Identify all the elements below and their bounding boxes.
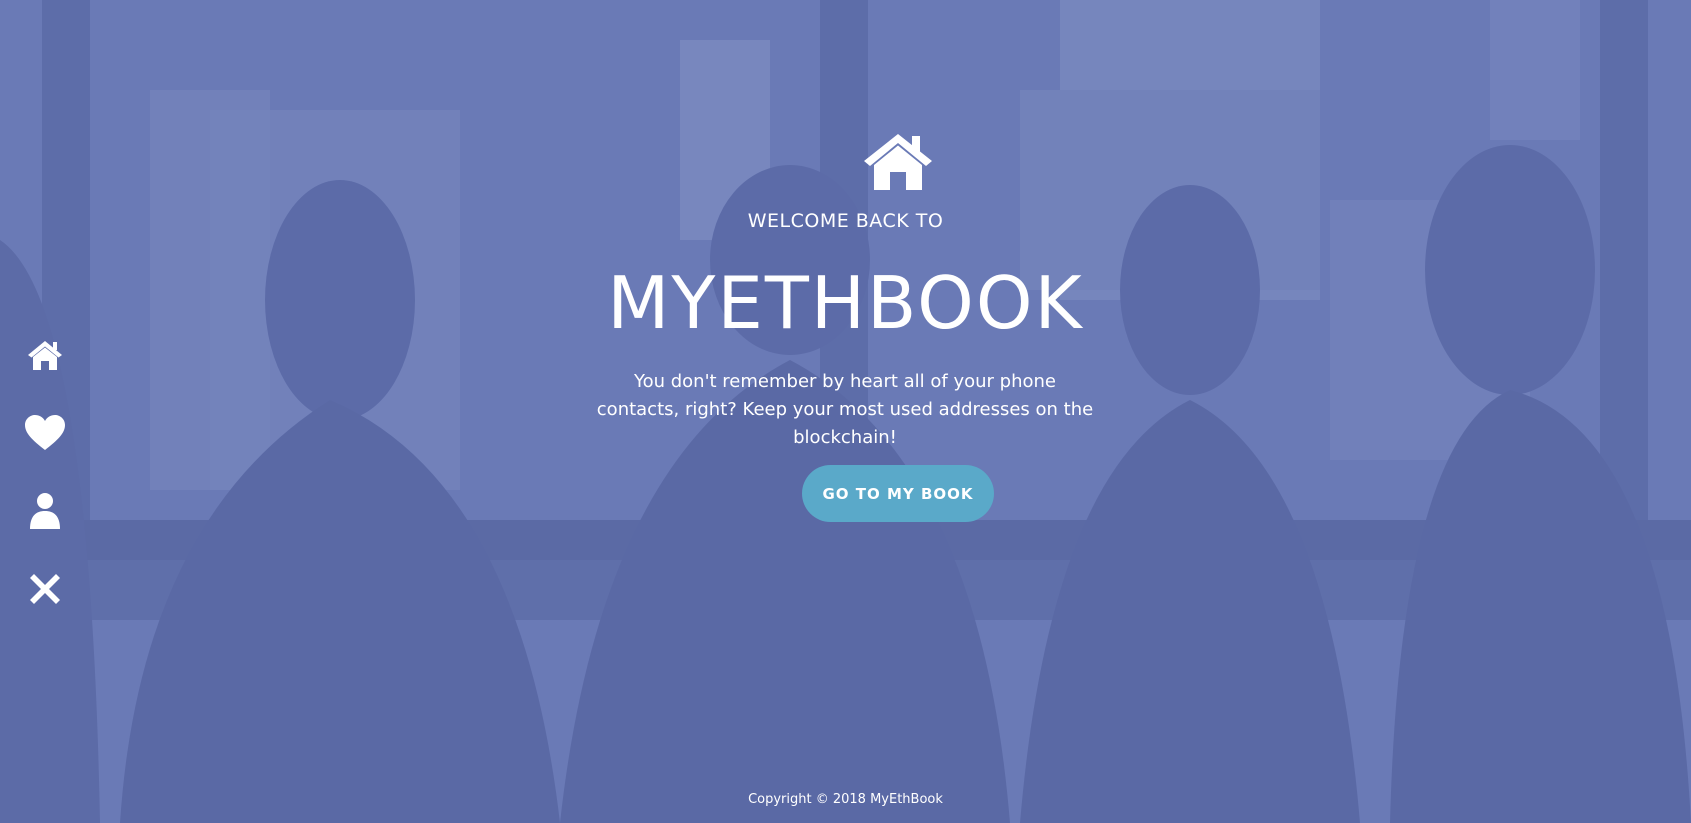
user-icon bbox=[29, 492, 61, 534]
page-title: MYETHBOOK bbox=[607, 261, 1084, 345]
sidebar-item-logout[interactable] bbox=[22, 552, 68, 630]
welcome-subtitle: WELCOME BACK TO bbox=[747, 210, 944, 232]
tagline-text: You don't remember by heart all of your … bbox=[596, 371, 1094, 448]
heart-icon bbox=[24, 414, 66, 456]
hero-section: WELCOME BACK TO MYETHBOOK You don't reme… bbox=[0, 0, 1691, 823]
close-icon bbox=[30, 574, 60, 608]
sidebar-nav bbox=[22, 318, 68, 630]
home-icon bbox=[862, 130, 934, 192]
sidebar-item-favorites[interactable] bbox=[22, 396, 68, 474]
go-to-my-book-button[interactable]: GO TO MY BOOK bbox=[802, 465, 994, 522]
sidebar-item-profile[interactable] bbox=[22, 474, 68, 552]
footer-copyright: Copyright © 2018 MyEthBook bbox=[748, 792, 943, 807]
